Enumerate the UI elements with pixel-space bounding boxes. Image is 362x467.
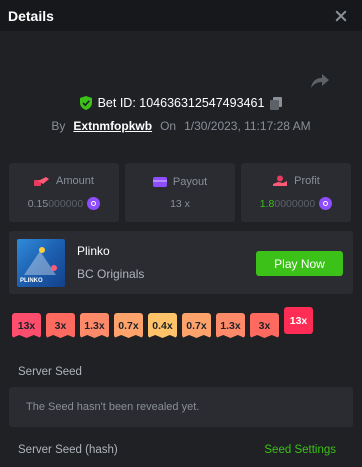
amount-label: Amount xyxy=(56,175,94,187)
multiplier-badge: 13x xyxy=(12,313,41,338)
multiplier-badge: 0.7x xyxy=(114,313,143,338)
profit-card: Profit 1.80000000 xyxy=(241,163,351,222)
by-label: By xyxy=(51,119,66,133)
server-seed-box: The Seed hasn't been revealed yet. xyxy=(9,387,353,427)
hand-coin-icon xyxy=(34,177,50,186)
seed-settings-link[interactable]: Seed Settings xyxy=(264,444,336,456)
server-seed-value: The Seed hasn't been revealed yet. xyxy=(26,401,200,413)
game-provider: BC Originals xyxy=(77,267,145,281)
game-name: Plinko xyxy=(77,244,110,258)
multiplier-badge: 1.3x xyxy=(80,313,109,338)
multiplier-badge: 0.4x xyxy=(148,313,177,338)
wallet-icon xyxy=(152,176,167,187)
server-seed-label: Server Seed xyxy=(18,366,82,378)
shield-check-icon xyxy=(79,96,92,110)
details-header: Details xyxy=(0,0,362,31)
bet-stats: Amount 0.15000000 Payout 13 x Profit 1.8… xyxy=(9,163,351,222)
multiplier-badge: 3x xyxy=(250,313,279,338)
play-now-button[interactable]: Play Now xyxy=(256,251,343,276)
coin-icon xyxy=(319,197,333,210)
bet-id-row: Bet ID: 104636312547493461 xyxy=(0,96,362,110)
on-label: On xyxy=(160,119,177,133)
page-title: Details xyxy=(8,7,54,24)
server-seed-hash-label: Server Seed (hash) xyxy=(18,444,118,456)
payout-label: Payout xyxy=(172,175,208,188)
profit-value: 1.80000000 xyxy=(260,197,333,210)
multiplier-badge: 0.7x xyxy=(182,313,211,338)
amount-value: 0.15000000 xyxy=(28,197,101,210)
payout-card: Payout 13 x xyxy=(125,163,235,222)
share-icon[interactable] xyxy=(310,72,330,90)
copy-icon[interactable] xyxy=(270,96,283,110)
bet-datetime: 1/30/2023, 11:17:28 AM xyxy=(184,119,311,133)
amount-card: Amount 0.15000000 xyxy=(9,163,119,222)
profit-label: Profit xyxy=(294,175,320,187)
multiplier-badge: 3x xyxy=(46,313,75,338)
profit-hand-icon xyxy=(273,175,288,186)
multiplier-row: 13x 3x 1.3x 0.7x 0.4x 0.7x 1.3x 3x 13x xyxy=(12,307,313,338)
payout-value: 13 x xyxy=(170,197,190,210)
bet-id: Bet ID: 104636312547493461 xyxy=(97,96,265,110)
game-thumbnail[interactable]: PLINKO xyxy=(17,238,65,287)
bet-author-row: By Extnmfopkwb On 1/30/2023, 11:17:28 AM xyxy=(0,119,362,133)
coin-icon xyxy=(87,197,101,210)
multiplier-badge: 13x xyxy=(284,307,313,334)
username-link[interactable]: Extnmfopkwb xyxy=(73,119,152,133)
game-card: PLINKO Plinko BC Originals Play Now xyxy=(9,231,353,294)
multiplier-badge: 1.3x xyxy=(216,313,245,338)
close-icon[interactable] xyxy=(334,9,348,23)
